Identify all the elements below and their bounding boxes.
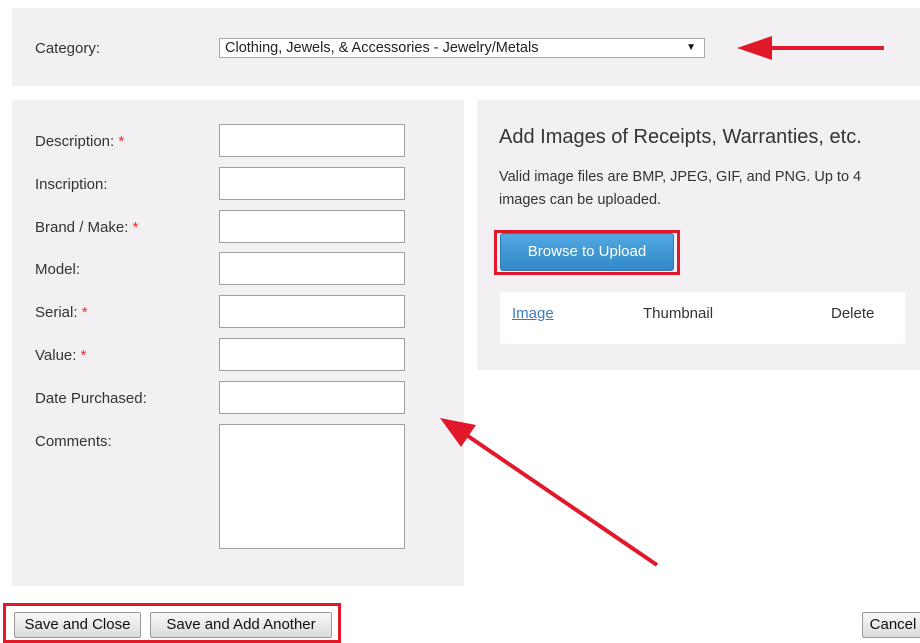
arrow-icon <box>440 418 659 567</box>
annotation-arrows <box>440 36 884 567</box>
arrow-icon <box>737 36 884 60</box>
